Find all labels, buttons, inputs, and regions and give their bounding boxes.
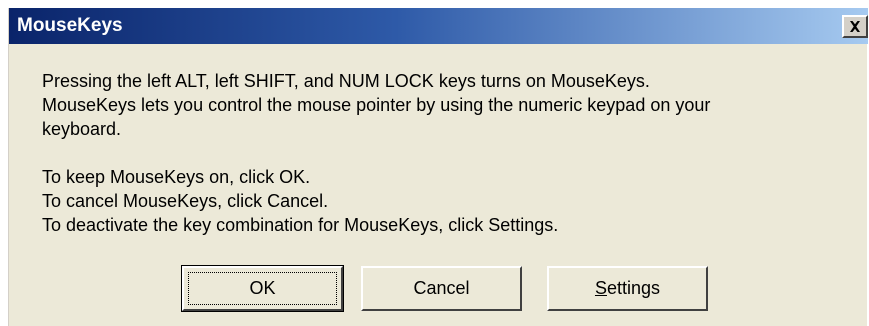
title-bar[interactable]: MouseKeys — [9, 8, 868, 44]
cancel-button-label: Cancel — [413, 278, 470, 298]
ok-button[interactable]: OK — [181, 265, 344, 312]
mousekeys-dialog: MouseKeys Pressing the left ALT, left SH… — [8, 8, 868, 326]
settings-mnemonic: S — [594, 278, 607, 298]
message-line: MouseKeys lets you control the mouse poi… — [42, 95, 711, 115]
ok-button-label: OK — [249, 278, 276, 298]
settings-button[interactable]: Settings — [547, 266, 708, 311]
message-line: keyboard. — [42, 119, 122, 139]
window-title: MouseKeys — [17, 15, 123, 36]
settings-button-label: Settings — [595, 278, 660, 299]
message-line: To deactivate the key combination for Mo… — [42, 215, 559, 235]
dialog-message: Pressing the left ALT, left SHIFT, and N… — [42, 69, 842, 237]
settings-label-rest: ettings — [606, 278, 661, 298]
close-button[interactable] — [842, 15, 868, 38]
close-icon — [850, 21, 860, 32]
message-line: To cancel MouseKeys, click Cancel. — [42, 191, 329, 211]
cancel-button[interactable]: Cancel — [361, 266, 522, 311]
message-line: Pressing the left ALT, left SHIFT, and N… — [42, 71, 650, 91]
message-line: To keep MouseKeys on, click OK. — [42, 167, 311, 187]
